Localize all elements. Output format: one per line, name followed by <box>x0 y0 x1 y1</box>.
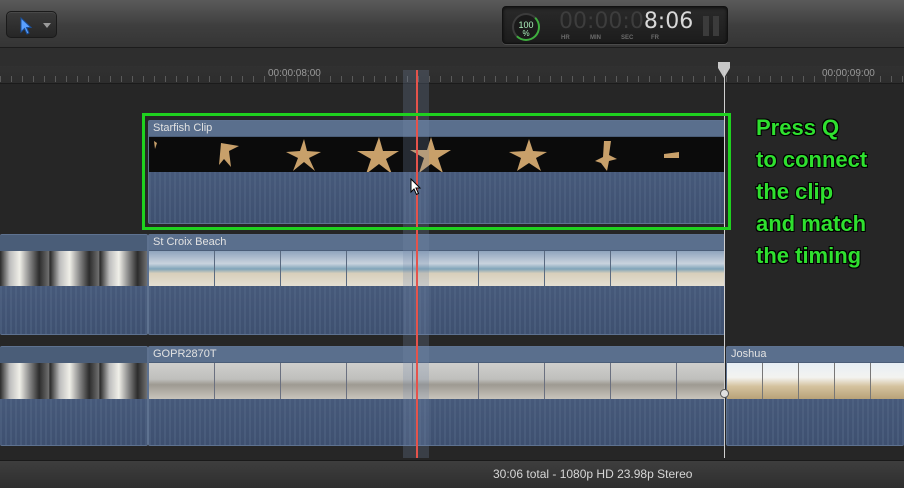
clip-filmstrip <box>0 251 147 287</box>
chevron-down-icon[interactable] <box>43 23 51 28</box>
ruler-band <box>0 48 904 66</box>
clip-audio <box>149 399 724 445</box>
annotation-line: and match <box>756 211 867 236</box>
annotation-line: the timing <box>756 243 862 268</box>
clip-filmstrip <box>149 251 724 287</box>
clip-audio <box>149 286 724 334</box>
clip-car-upper[interactable] <box>0 234 148 335</box>
clip-audio <box>0 399 147 445</box>
clip-car-lower[interactable] <box>0 346 148 446</box>
ruler-label-9s: 00:00:09:00 <box>822 68 875 79</box>
timecode-units: HR MIN SEC FR <box>503 35 729 43</box>
unit-fr: FR <box>651 35 659 41</box>
highlight-box <box>142 113 731 230</box>
clip-filmstrip <box>149 363 724 399</box>
clip-audio <box>0 286 147 334</box>
clip-header <box>149 235 724 250</box>
select-arrow-icon <box>20 17 33 35</box>
annotation-line: Press Q <box>756 115 840 140</box>
unit-min: MIN <box>590 35 601 41</box>
timecode-dim: 00:00:0 <box>559 9 644 34</box>
unit-sec: SEC <box>621 35 634 41</box>
timecode-lit: 8:06 <box>643 9 694 34</box>
clip-header <box>149 347 724 362</box>
unit-hr: HR <box>561 35 570 41</box>
clip-title: St Croix Beach <box>153 236 227 248</box>
timecode-display: 00:00:08:06 <box>559 9 694 34</box>
timeline-ruler[interactable]: 00:00:08:00 00:00:09:00 <box>0 48 904 84</box>
annotation-line: the clip <box>756 179 834 204</box>
pause-icon <box>703 16 719 36</box>
clip-title: Joshua <box>731 348 767 360</box>
mouse-cursor-icon <box>410 178 422 196</box>
annotation-line: to connect <box>756 147 868 172</box>
project-info: 30:06 total - 1080p HD 23.98p Stereo <box>493 467 693 481</box>
dashboard-timecode[interactable]: 100% 00:00:08:06 HR MIN SEC FR <box>502 6 728 44</box>
clip-joshua[interactable]: Joshua <box>726 346 904 446</box>
clip-st-croix-beach[interactable]: St Croix Beach <box>148 234 725 335</box>
clip-filmstrip <box>727 363 904 399</box>
tool-select-button[interactable] <box>6 11 57 38</box>
clip-gopr2870t[interactable]: GOPR2870T <box>148 346 725 446</box>
clip-audio <box>727 399 904 445</box>
clip-filmstrip <box>0 363 147 399</box>
connection-point-icon <box>720 389 729 398</box>
ruler-label-8s: 00:00:08:00 <box>268 68 321 79</box>
clip-title: GOPR2870T <box>153 348 217 360</box>
annotation-text: Press Q to connect the clip and match th… <box>756 112 896 272</box>
status-bar: 30:06 total - 1080p HD 23.98p Stereo <box>0 460 904 488</box>
toolbar: 100% 00:00:08:06 HR MIN SEC FR <box>0 0 904 48</box>
ruler-ticks <box>0 76 904 82</box>
